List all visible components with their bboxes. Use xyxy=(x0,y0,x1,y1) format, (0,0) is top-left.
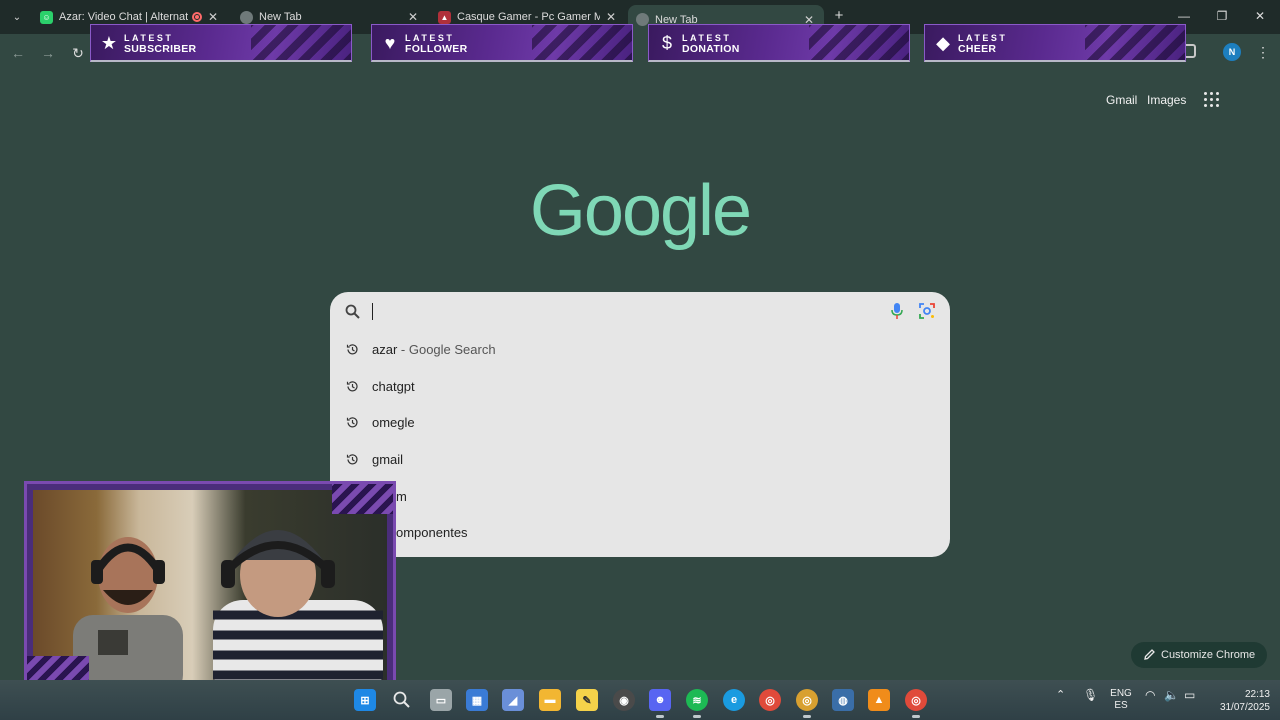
google-logo: Google xyxy=(529,171,752,251)
search-box[interactable]: azar - Google Search chatgpt omegle gmai… xyxy=(330,292,950,557)
minimize-icon[interactable]: — xyxy=(1174,6,1194,26)
profile-avatar[interactable]: N xyxy=(1223,43,1241,61)
sticky-notes-icon[interactable]: ✎ xyxy=(576,689,598,711)
heart-icon: ♥ xyxy=(384,33,396,53)
tab-title: Azar: Video Chat | Alternativ xyxy=(59,11,188,23)
suggestion-text: omegle xyxy=(372,415,415,430)
clock[interactable]: 22:13 31/07/2025 xyxy=(1206,688,1270,714)
edge-icon[interactable]: e xyxy=(723,689,745,711)
alert-label: LATEST xyxy=(958,33,1008,43)
close-tab-icon[interactable]: ✕ xyxy=(206,10,220,24)
search-icon xyxy=(345,304,360,319)
alert-latest-follower: ♥ LATEST FOLLOWER xyxy=(371,24,633,62)
microphone-icon[interactable] xyxy=(890,302,904,320)
alert-title: CHEER xyxy=(958,43,997,55)
webcam-overlay xyxy=(24,481,396,692)
microphone-tray-icon[interactable]: 🎙 xyxy=(1083,688,1098,702)
spotify-icon[interactable]: ≋ xyxy=(686,689,708,718)
alert-title: FOLLOWER xyxy=(405,43,468,55)
tab-title: New Tab xyxy=(259,11,302,23)
discord-icon[interactable]: ☻ xyxy=(649,689,671,718)
search-taskbar-icon[interactable] xyxy=(392,690,412,710)
customize-label: Customize Chrome xyxy=(1161,649,1256,661)
store-icon[interactable]: ▦ xyxy=(466,689,488,711)
close-tab-icon[interactable]: ✕ xyxy=(406,10,420,24)
battery-icon[interactable]: ▭ xyxy=(1184,688,1195,702)
alert-label: LATEST xyxy=(682,33,732,43)
history-icon xyxy=(346,381,358,392)
alert-label: LATEST xyxy=(124,33,174,43)
chrome-profile-icon[interactable]: ◎ xyxy=(796,689,818,718)
tray-overflow-chevron-icon[interactable]: ⌃ xyxy=(1056,688,1065,701)
language-indicator[interactable]: ENG ES xyxy=(1110,688,1132,712)
suggestion-item[interactable]: gmail xyxy=(330,442,950,478)
copilot-icon[interactable]: ◢ xyxy=(502,689,524,711)
chrome-icon xyxy=(240,10,253,24)
language-primary: ENG xyxy=(1110,688,1132,699)
restore-icon[interactable]: ❐ xyxy=(1212,6,1232,26)
suggestion-item[interactable]: omegle xyxy=(330,405,950,441)
alert-title: DONATION xyxy=(682,43,740,55)
suggestion-item[interactable]: azar - Google Search xyxy=(330,332,950,368)
text-caret xyxy=(372,303,373,320)
google-lens-icon[interactable] xyxy=(918,302,936,320)
volume-icon[interactable]: 🔈 xyxy=(1164,688,1179,702)
alert-label: LATEST xyxy=(405,33,455,43)
close-window-icon[interactable]: ✕ xyxy=(1250,6,1270,26)
obs-icon[interactable]: ◉ xyxy=(613,689,635,711)
chrome-active-icon[interactable]: ◎ xyxy=(905,689,927,718)
back-arrow-icon[interactable]: ← xyxy=(8,43,28,63)
streamer-right xyxy=(213,530,383,683)
alert-latest-donation: $ LATEST DONATION xyxy=(648,24,910,62)
suggestion-item[interactable]: omponentes xyxy=(330,515,950,551)
alert-latest-cheer: ◆ LATEST CHEER xyxy=(924,24,1186,62)
tab-title: Casque Gamer - Pc Gamer Mar xyxy=(457,11,600,23)
vlc-icon[interactable]: ▲ xyxy=(868,689,890,711)
gmail-link[interactable]: Gmail xyxy=(1106,93,1137,107)
language-secondary: ES xyxy=(1114,700,1128,711)
google-apps-icon[interactable] xyxy=(1204,92,1219,107)
pencil-icon xyxy=(1144,649,1155,660)
alert-title: SUBSCRIBER xyxy=(124,43,197,55)
history-icon xyxy=(346,344,358,355)
suggestion-item[interactable]: m xyxy=(330,479,950,515)
suggestion-text: gmail xyxy=(372,452,404,467)
webcam-video xyxy=(33,490,387,683)
close-tab-icon[interactable]: ✕ xyxy=(604,10,618,24)
suggestion-text: omponentes xyxy=(396,525,468,540)
file-explorer-icon[interactable]: ▬ xyxy=(539,689,561,711)
customize-chrome-button[interactable]: Customize Chrome xyxy=(1131,642,1267,668)
alert-latest-subscriber: ★ LATEST SUBSCRIBER xyxy=(90,24,352,62)
suggestion-item[interactable]: chatgpt xyxy=(330,369,950,405)
menu-kebab-icon[interactable]: ⋮ xyxy=(1256,43,1270,61)
star-icon: ★ xyxy=(100,33,118,53)
search-input[interactable] xyxy=(372,300,872,324)
chrome-taskbar-icon[interactable]: ◎ xyxy=(759,689,781,711)
suggestion-text: m xyxy=(396,489,407,504)
reload-icon[interactable]: ↻ xyxy=(68,43,88,63)
windows-start-icon[interactable]: ⊞ xyxy=(354,689,376,711)
diamond-icon: ◆ xyxy=(936,33,950,53)
images-link[interactable]: Images xyxy=(1147,93,1186,107)
forward-arrow-icon[interactable]: → xyxy=(38,43,58,63)
recording-icon xyxy=(192,12,202,22)
webcam-app-icon[interactable]: ◍ xyxy=(832,689,854,711)
azar-icon: ☺ xyxy=(40,10,53,24)
wifi-icon[interactable]: ◠ xyxy=(1145,688,1155,702)
shop-icon: ▲ xyxy=(438,10,451,24)
history-icon xyxy=(346,454,358,465)
suggestion-text: azar - Google Search xyxy=(372,342,496,357)
task-view-icon[interactable]: ▭ xyxy=(430,689,452,711)
clock-date: 31/07/2025 xyxy=(1219,702,1270,713)
dollar-icon: $ xyxy=(661,33,672,53)
webcam-frame-decoration xyxy=(332,484,393,514)
new-tab-plus-icon[interactable]: + xyxy=(830,7,848,25)
tab-search-chevron-icon[interactable]: ⌄ xyxy=(7,7,27,27)
suggestion-text: chatgpt xyxy=(372,379,415,394)
history-icon xyxy=(346,417,358,428)
clock-time: 22:13 xyxy=(1244,689,1270,700)
